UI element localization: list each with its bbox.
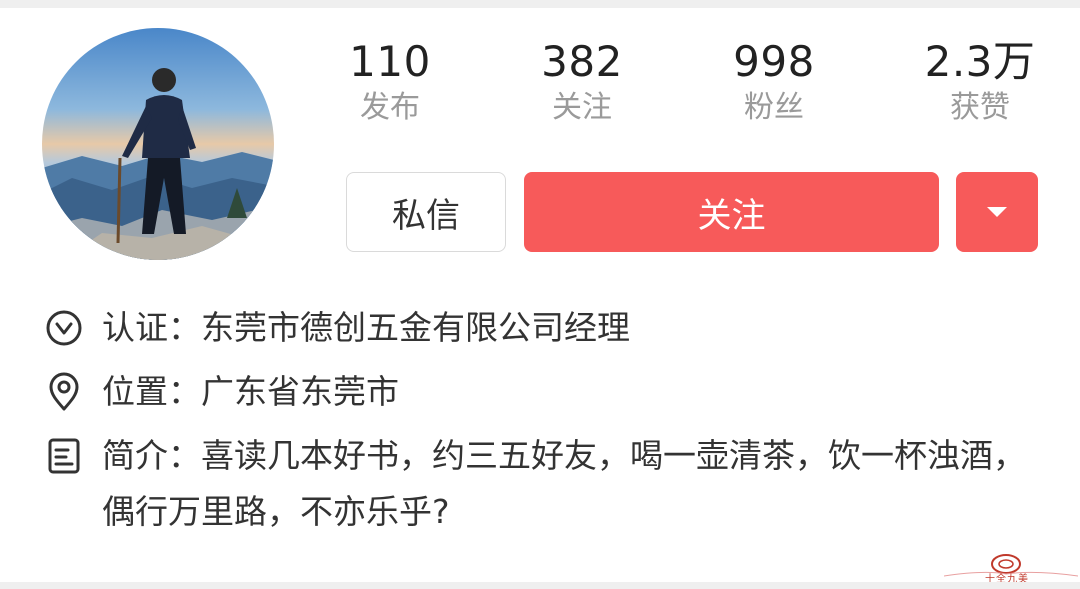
location-pin-icon [49, 372, 79, 411]
bio-text: 简介：喜读几本好书，约三五好友，喝一壶清茶，饮一杯浊酒，偶行万里路，不亦乐乎? [102, 436, 1026, 531]
more-options-button[interactable] [956, 172, 1038, 252]
bottom-divider [0, 582, 1080, 589]
stat-posts[interactable]: 110 发布 [310, 36, 470, 128]
following-count: 382 [541, 37, 623, 86]
fans-label: 粉丝 [744, 90, 804, 125]
document-icon [48, 438, 80, 474]
stat-likes[interactable]: 2.3万 获赞 [900, 36, 1060, 128]
follow-button-label: 关注 [697, 195, 766, 236]
top-divider [0, 0, 1080, 8]
check-circle-icon [46, 310, 82, 346]
caret-down-icon [987, 207, 1007, 217]
message-button-label: 私信 [392, 195, 460, 236]
posts-label: 发布 [360, 90, 420, 125]
message-button[interactable]: 私信 [346, 172, 506, 252]
bio-row: 简介：喜读几本好书，约三五好友，喝一壶清茶，饮一杯浊酒，偶行万里路，不亦乐乎? [44, 428, 1044, 540]
location-text: 位置：广东省东莞市 [102, 372, 399, 411]
stat-following[interactable]: 382 关注 [502, 36, 662, 128]
verification-text: 认证：东莞市德创五金有限公司经理 [102, 308, 630, 347]
stat-fans[interactable]: 998 粉丝 [694, 36, 854, 128]
likes-label: 获赞 [950, 90, 1010, 125]
posts-count: 110 [349, 37, 431, 86]
follow-button[interactable]: 关注 [524, 172, 939, 252]
fans-count: 998 [733, 37, 815, 86]
avatar-photo [42, 28, 274, 260]
likes-count: 2.3万 [924, 37, 1036, 86]
following-label: 关注 [552, 90, 612, 125]
location-row: 位置：广东省东莞市 [44, 364, 1044, 420]
verification-row: 认证：东莞市德创五金有限公司经理 [44, 300, 1044, 356]
avatar[interactable] [42, 28, 274, 260]
